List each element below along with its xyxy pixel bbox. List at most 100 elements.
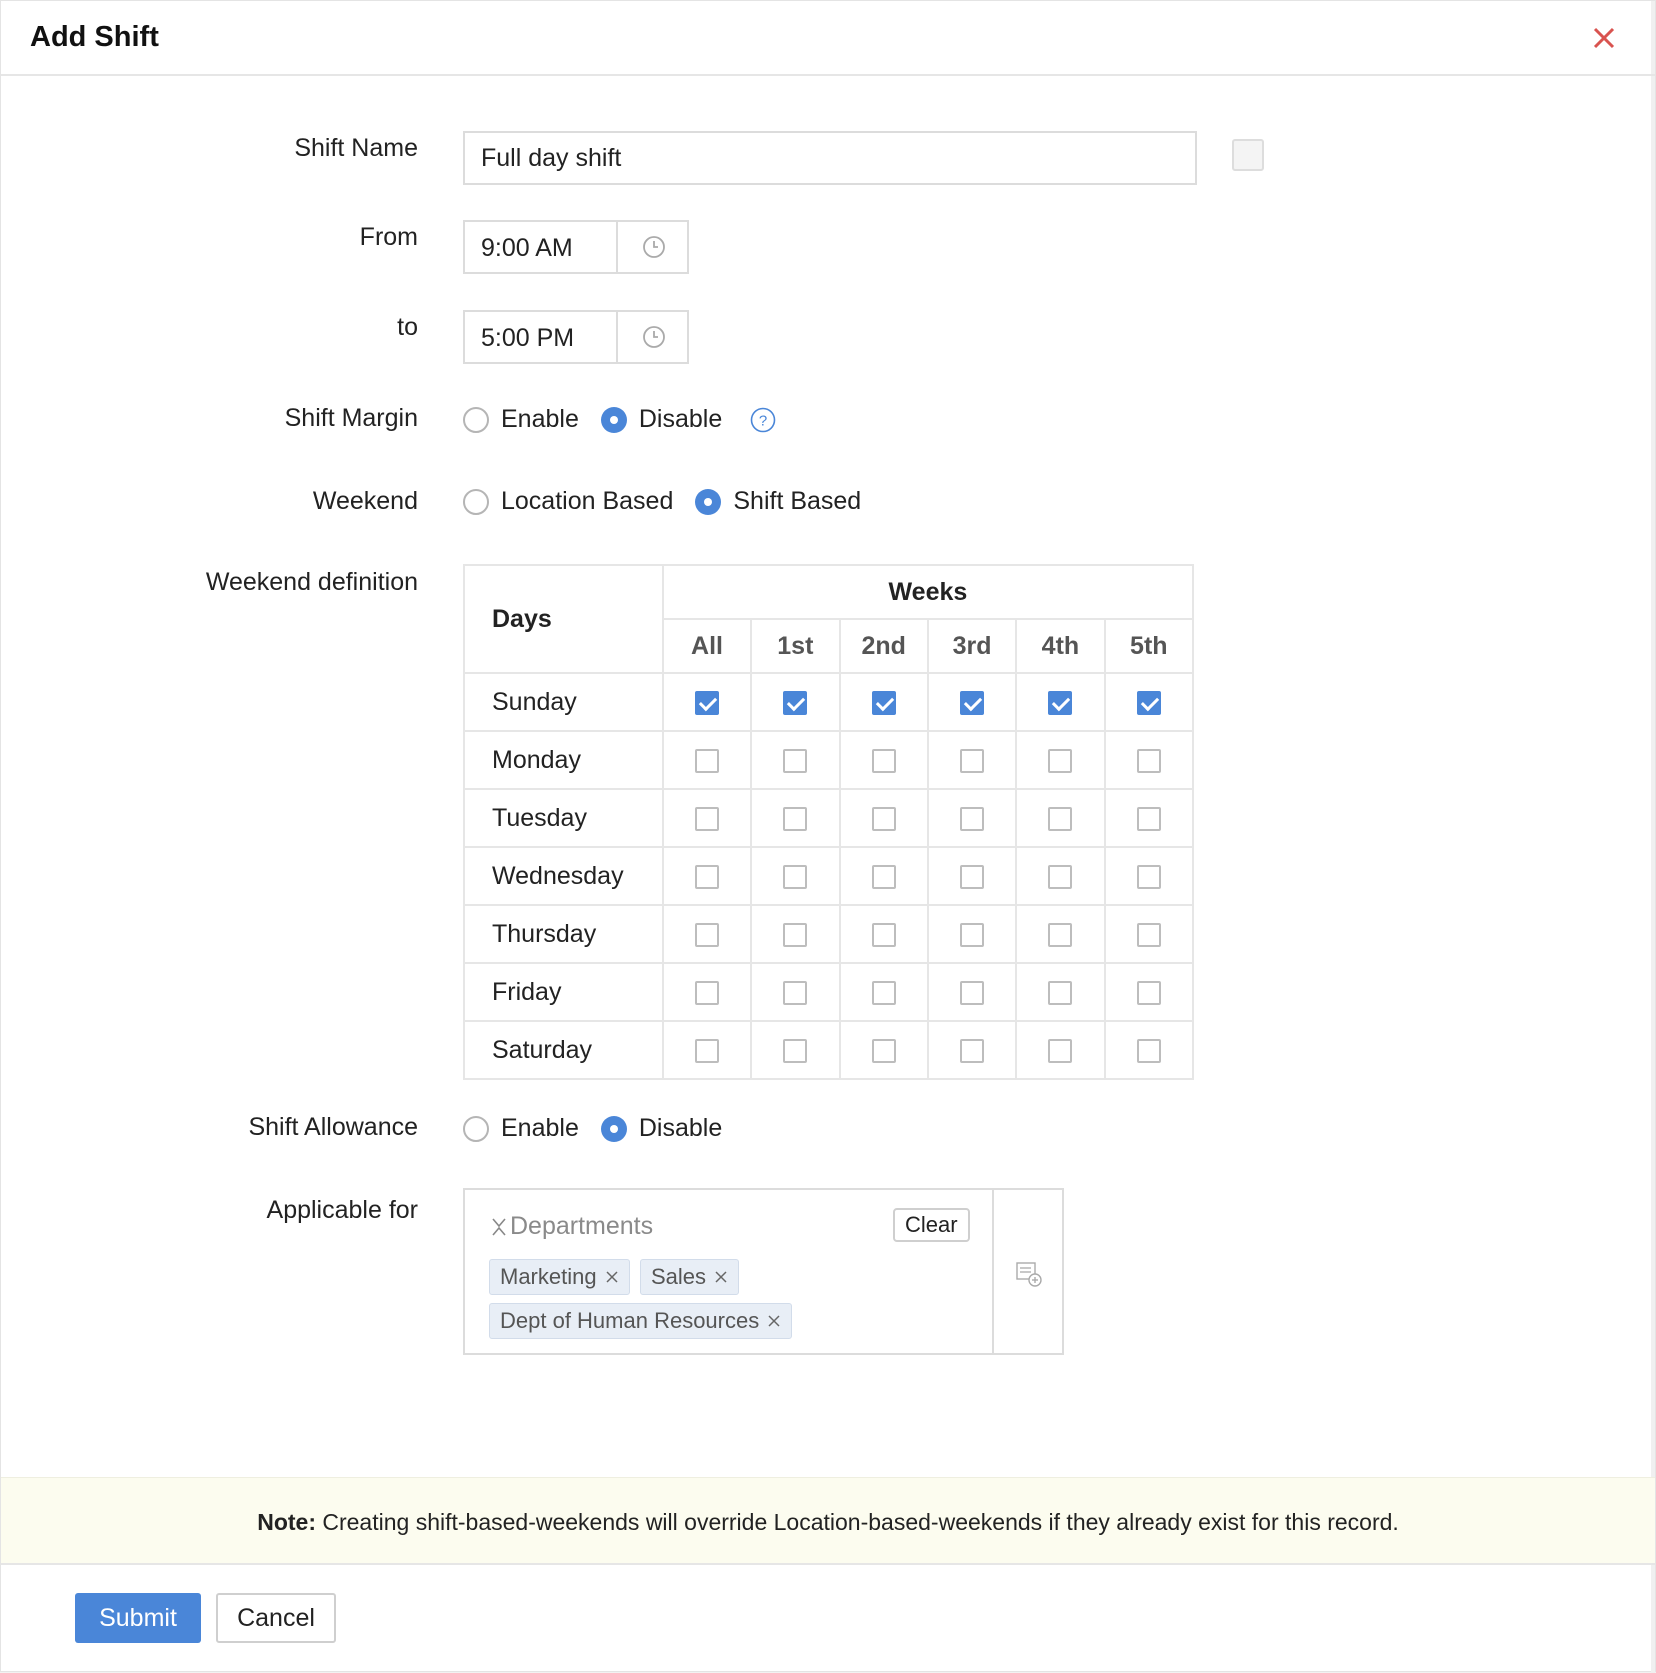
color-picker-box[interactable] <box>1232 139 1264 171</box>
checkbox[interactable] <box>871 1038 896 1063</box>
dialog-header: Add Shift <box>1 1 1655 76</box>
radio-circle-selected[interactable] <box>695 488 722 515</box>
radio-label: Shift Based <box>733 487 862 515</box>
checkbox[interactable] <box>694 864 719 889</box>
cancel-button[interactable]: Cancel <box>216 1593 336 1643</box>
checkbox[interactable] <box>783 922 808 947</box>
checkbox[interactable] <box>1136 980 1161 1005</box>
dialog-edge <box>1651 1 1655 1673</box>
checkbox[interactable] <box>1048 748 1073 773</box>
weekend-cell <box>661 1020 753 1080</box>
clock-icon[interactable] <box>641 324 667 350</box>
checkbox[interactable] <box>871 806 896 831</box>
checkbox-checked[interactable] <box>871 690 896 715</box>
weekend-cell <box>1103 962 1195 1022</box>
day-label: Wednesday <box>463 846 664 906</box>
weekend-cell <box>1103 672 1195 732</box>
collapse-icon[interactable] <box>491 1216 507 1238</box>
day-label: Monday <box>463 730 664 790</box>
weekend-cell <box>750 672 841 732</box>
checkbox[interactable] <box>1048 864 1073 889</box>
checkbox[interactable] <box>1048 980 1073 1005</box>
weekend-cell <box>750 788 841 848</box>
checkbox[interactable] <box>1136 748 1161 773</box>
remove-tag-icon[interactable] <box>767 1314 781 1328</box>
checkbox-checked[interactable] <box>960 690 985 715</box>
checkbox[interactable] <box>783 748 808 773</box>
checkbox[interactable] <box>960 1038 985 1063</box>
radio-circle-selected[interactable] <box>600 406 627 433</box>
checkbox[interactable] <box>1136 922 1161 947</box>
clear-button[interactable]: Clear <box>893 1208 970 1242</box>
shift-name-input[interactable] <box>463 131 1197 185</box>
weekend-cell <box>1103 730 1195 790</box>
shift-name-label: Shift Name <box>294 134 418 162</box>
weeks-header: Weeks <box>661 564 1195 620</box>
checkbox[interactable] <box>694 922 719 947</box>
weekend-cell <box>1103 1020 1195 1080</box>
weekend-shift-based-radio[interactable]: Shift Based <box>695 487 861 516</box>
weekend-cell <box>661 788 753 848</box>
weekend-location-based-radio[interactable]: Location Based <box>463 487 673 516</box>
checkbox[interactable] <box>783 864 808 889</box>
radio-circle[interactable] <box>463 406 489 433</box>
weekend-cell <box>661 846 753 906</box>
shift-margin-enable-radio[interactable]: Enable <box>463 405 579 434</box>
clock-icon[interactable] <box>641 234 667 260</box>
weekend-cell <box>750 904 841 964</box>
checkbox[interactable] <box>871 980 896 1005</box>
weekend-cell <box>926 1020 1018 1080</box>
add-from-list-icon[interactable] <box>1015 1260 1043 1288</box>
checkbox[interactable] <box>960 864 985 889</box>
checkbox[interactable] <box>783 806 808 831</box>
close-icon[interactable] <box>1587 21 1621 55</box>
remove-tag-icon[interactable] <box>714 1270 728 1284</box>
checkbox[interactable] <box>694 748 719 773</box>
checkbox[interactable] <box>1136 1038 1161 1063</box>
checkbox[interactable] <box>694 1038 719 1063</box>
from-time-input[interactable]: 9:00 AM <box>463 220 689 274</box>
note-prefix: Note: <box>257 1509 316 1535</box>
checkbox[interactable] <box>694 980 719 1005</box>
checkbox[interactable] <box>960 748 985 773</box>
week-col-3rd: 3rd <box>926 618 1018 674</box>
to-time-input[interactable]: 5:00 PM <box>463 310 689 364</box>
checkbox-checked[interactable] <box>1048 690 1073 715</box>
help-icon[interactable]: ? <box>750 407 776 433</box>
radio-circle[interactable] <box>463 1115 489 1142</box>
checkbox[interactable] <box>1048 806 1073 831</box>
checkbox[interactable] <box>1136 864 1161 889</box>
remove-tag-icon[interactable] <box>605 1270 619 1284</box>
checkbox[interactable] <box>783 980 808 1005</box>
shift-margin-label: Shift Margin <box>284 404 418 432</box>
checkbox-checked[interactable] <box>694 690 719 715</box>
svg-text:?: ? <box>759 412 767 429</box>
checkbox[interactable] <box>1048 1038 1073 1063</box>
checkbox[interactable] <box>871 748 896 773</box>
checkbox[interactable] <box>1048 922 1073 947</box>
shift-margin-disable-radio[interactable]: Disable <box>600 405 722 434</box>
weekend-cell <box>661 904 753 964</box>
tag-label: Marketing <box>500 1264 597 1289</box>
radio-circle[interactable] <box>463 488 489 515</box>
checkbox[interactable] <box>960 922 985 947</box>
radio-circle-selected[interactable] <box>600 1115 627 1142</box>
checkbox[interactable] <box>1136 806 1161 831</box>
weekend-cell <box>750 846 841 906</box>
checkbox-checked[interactable] <box>1136 690 1161 715</box>
departments-group-toggle[interactable]: Departments <box>491 1212 653 1241</box>
checkbox[interactable] <box>960 980 985 1005</box>
checkbox[interactable] <box>960 806 985 831</box>
submit-button[interactable]: Submit <box>75 1593 201 1643</box>
shift-allowance-enable-radio[interactable]: Enable <box>463 1114 579 1143</box>
shift-allowance-disable-radio[interactable]: Disable <box>600 1114 722 1143</box>
time-divider <box>616 312 618 362</box>
checkbox[interactable] <box>783 1038 808 1063</box>
weekend-cell <box>750 730 841 790</box>
checkbox-checked[interactable] <box>783 690 808 715</box>
checkbox[interactable] <box>871 864 896 889</box>
day-label: Thursday <box>463 904 664 964</box>
weekend-cell <box>661 672 753 732</box>
checkbox[interactable] <box>694 806 719 831</box>
checkbox[interactable] <box>871 922 896 947</box>
